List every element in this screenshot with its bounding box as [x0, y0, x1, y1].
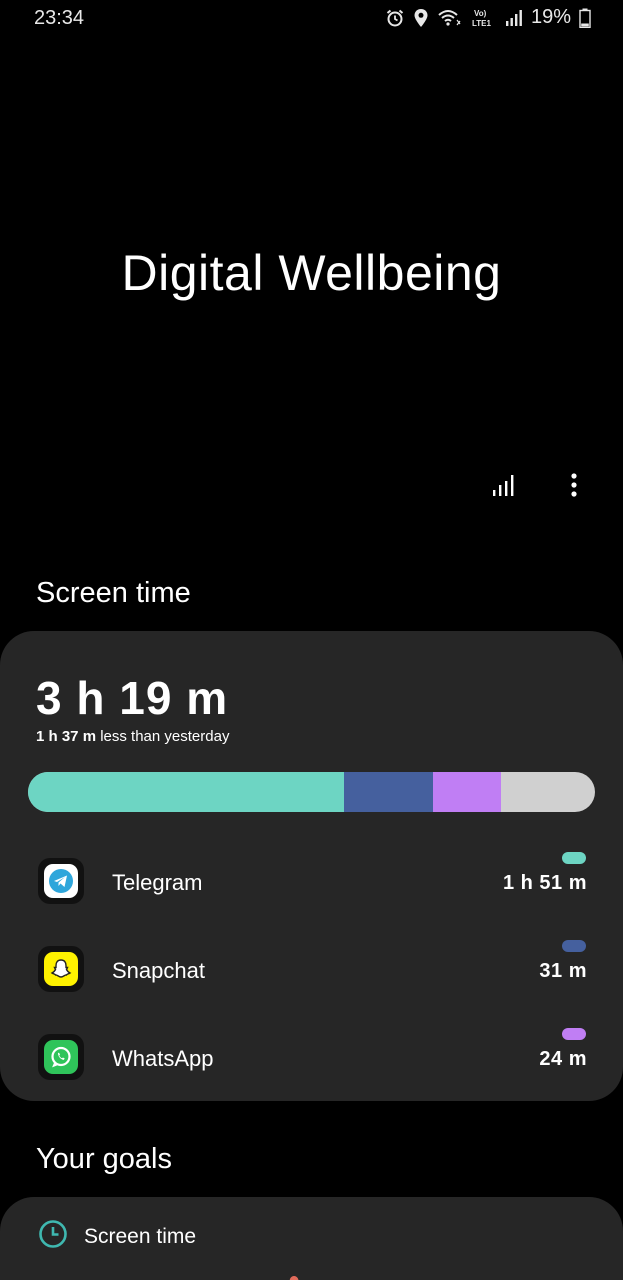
snapchat-icon [38, 946, 84, 992]
usage-bar-segment-telegram [28, 772, 345, 812]
svg-text:LTE1: LTE1 [472, 19, 492, 28]
clock-icon [38, 1219, 68, 1254]
header-toolbar [489, 470, 589, 504]
battery-percent: 19% [530, 6, 571, 28]
usage-bar-segment-snapchat [344, 772, 433, 812]
alarm-icon [385, 8, 405, 28]
more-vert-icon [570, 472, 578, 503]
volte-icon: Vo) LTE1 [471, 7, 497, 29]
app-time: 1 h 51 m [502, 872, 587, 894]
goal-label: Screen time [84, 1224, 197, 1248]
whatsapp-icon [38, 1034, 84, 1080]
wifi-icon [437, 8, 463, 28]
goal-value-peek: ● [288, 1271, 314, 1280]
digital-wellbeing-screen: 23:34 Vo) LTE1 19% Digital Wellbeing Scr… [0, 0, 623, 1280]
status-bar: 23:34 Vo) LTE1 19% [0, 0, 623, 38]
app-name: Snapchat [112, 958, 205, 983]
goal-screen-time[interactable]: Screen time [38, 1219, 196, 1254]
app-color-swatch [562, 1028, 586, 1040]
usage-bar [28, 772, 595, 812]
screen-time-card[interactable]: 3 h 19 m 1 h 37 m less than yesterday Te… [0, 631, 623, 1101]
signal-icon [505, 9, 523, 27]
app-color-swatch [562, 852, 586, 864]
total-screen-time: 3 h 19 m [36, 672, 229, 724]
app-row-snapchat[interactable]: Snapchat 31 m [0, 940, 623, 1000]
status-icons: Vo) LTE1 19% [385, 6, 591, 29]
app-row-telegram[interactable]: Telegram 1 h 51 m [0, 852, 623, 912]
goal-value-glyph: ● [288, 1271, 314, 1280]
page-title: Digital Wellbeing [121, 245, 502, 301]
app-name: Telegram [112, 870, 203, 895]
compare-text: less than yesterday [100, 728, 230, 745]
compare-amount: 1 h 37 m [36, 728, 97, 745]
telegram-icon [38, 858, 84, 904]
status-time: 23:34 [34, 7, 85, 29]
app-color-swatch [562, 940, 586, 952]
battery-icon [579, 8, 591, 28]
screen-time-heading: Screen time [36, 577, 191, 609]
svg-text:Vo): Vo) [474, 9, 487, 18]
usage-bar-segment-whatsapp [432, 772, 502, 812]
app-time: 24 m [539, 1048, 587, 1070]
compare-yesterday: 1 h 37 m less than yesterday [36, 728, 229, 745]
goals-card[interactable]: Screen time ● [0, 1197, 623, 1280]
more-options-button[interactable] [559, 470, 589, 504]
app-time: 31 m [539, 960, 587, 982]
goals-heading: Your goals [36, 1143, 172, 1175]
app-row-whatsapp[interactable]: WhatsApp 24 m [0, 1028, 623, 1088]
bar-chart-icon [491, 472, 517, 503]
usage-bar-segment-other [501, 772, 595, 812]
location-icon [413, 8, 429, 28]
app-name: WhatsApp [112, 1046, 214, 1071]
dashboard-button[interactable] [489, 470, 519, 504]
